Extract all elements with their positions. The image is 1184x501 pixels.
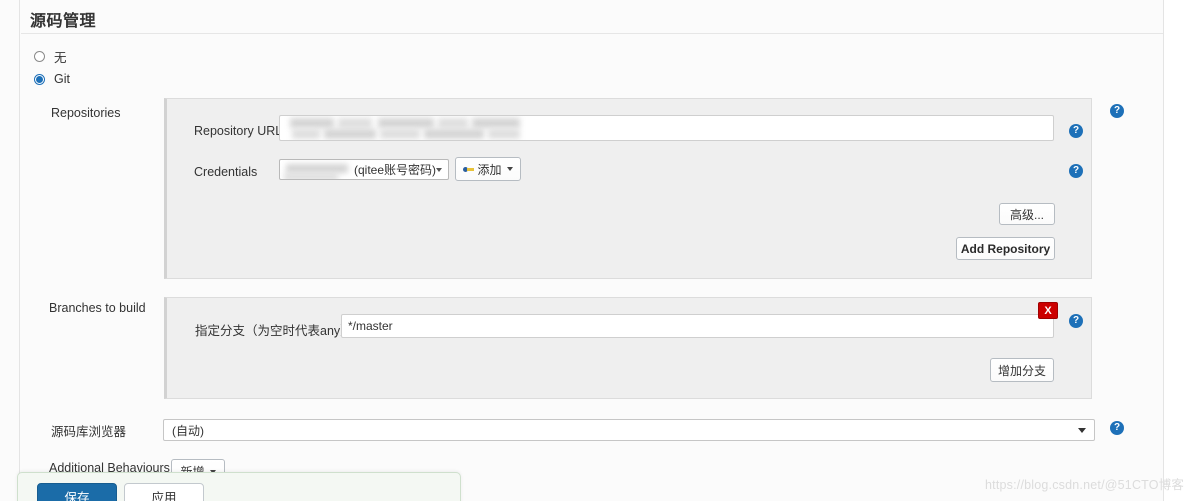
scm-option-git[interactable]: Git [34, 72, 70, 86]
panel-left-border [19, 0, 20, 501]
credentials-select[interactable]: (qitee账号密码) [279, 159, 449, 180]
scm-configuration-page: 源码管理 无 Git Repositories Repository URL C… [0, 0, 1184, 501]
add-branch-label: 增加分支 [997, 363, 1046, 378]
branch-specifier-label: 指定分支（为空时代表any） [195, 324, 353, 338]
repository-browser-value: (自动) [172, 423, 204, 438]
radio-none[interactable] [34, 51, 45, 62]
credentials-value: (qitee账号密码) [354, 163, 437, 177]
branch-specifier-input[interactable]: */master [341, 314, 1054, 338]
repository-url-input[interactable] [279, 115, 1054, 141]
repositories-panel: Repository URL Credentials (qitee账号密码) 添… [164, 98, 1092, 279]
watermark: https://blog.csdn.net/@51CTO博客 [985, 478, 1184, 492]
right-gutter [1164, 0, 1184, 501]
branches-panel: 指定分支（为空时代表any） */master 增加分支 [164, 297, 1092, 399]
repository-browser-select[interactable]: (自动) [163, 419, 1095, 441]
apply-button[interactable]: 应用 [124, 483, 204, 501]
advanced-button-label: 高级... [1009, 207, 1044, 222]
help-icon-repositories[interactable]: ? [1110, 104, 1124, 118]
title-divider [21, 33, 1163, 34]
advanced-button[interactable]: 高级... [999, 203, 1055, 225]
repository-browser-label: 源码库浏览器 [51, 425, 127, 439]
chevron-down-icon [1078, 428, 1086, 433]
repository-url-redacted [286, 116, 1047, 140]
add-repository-button[interactable]: Add Repository [956, 237, 1055, 260]
repository-url-label: Repository URL [194, 124, 283, 138]
chevron-down-icon [436, 167, 442, 172]
credentials-label: Credentials [194, 165, 258, 179]
branch-specifier-value: */master [348, 319, 393, 333]
credentials-add-button[interactable]: 添加 [455, 157, 521, 181]
caret-down-icon [506, 167, 513, 171]
help-icon-credentials[interactable]: ? [1069, 164, 1083, 178]
key-icon [463, 165, 475, 174]
help-icon-repository-url[interactable]: ? [1069, 124, 1083, 138]
page-title: 源码管理 [30, 13, 97, 30]
scm-option-git-label: Git [54, 72, 70, 86]
save-button[interactable]: 保存 [37, 483, 117, 501]
delete-branch-button[interactable]: X [1038, 302, 1058, 319]
help-icon-branches[interactable]: ? [1069, 314, 1083, 328]
add-branch-button[interactable]: 增加分支 [990, 358, 1054, 382]
branches-section-label: Branches to build [49, 301, 146, 315]
help-icon-repository-browser[interactable]: ? [1110, 421, 1124, 435]
radio-git[interactable] [34, 73, 45, 85]
scm-option-none-label: 无 [54, 51, 67, 65]
add-repository-label: Add Repository [960, 241, 1051, 256]
credentials-add-label: 添加 [477, 162, 502, 177]
repositories-section-label: Repositories [51, 106, 121, 120]
scm-option-none[interactable]: 无 [34, 47, 67, 66]
